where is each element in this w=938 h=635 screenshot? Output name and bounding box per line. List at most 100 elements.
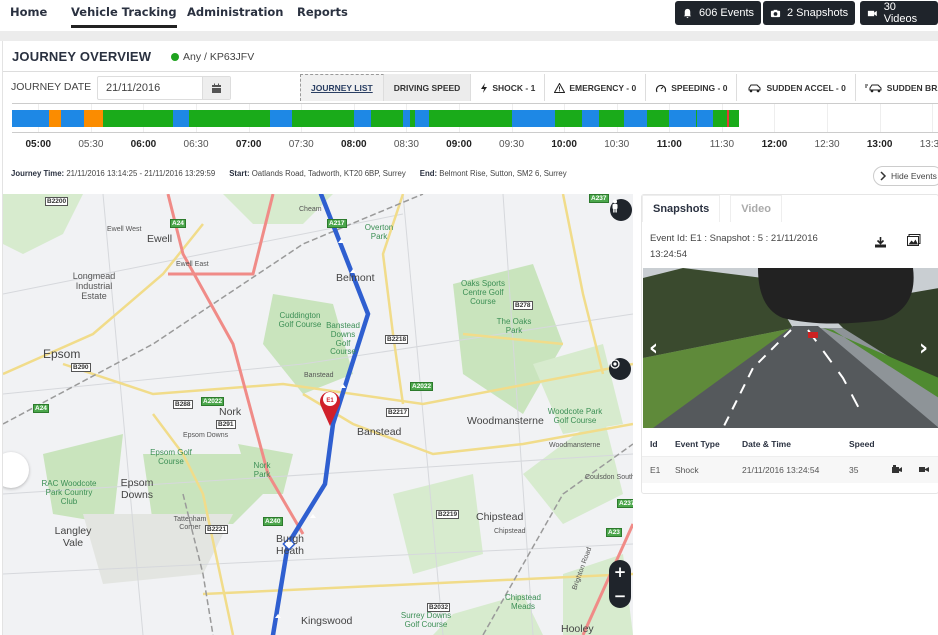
timeline-segment-idle[interactable]: [697, 110, 714, 127]
timeline-gridline: [774, 104, 776, 132]
media-tabs: Snapshots Video: [642, 195, 782, 222]
snapshot-event-info: Event Id: E1 : Snapshot : 5 : 21/11/2016…: [650, 233, 818, 260]
tab-sudden-brake[interactable]: SUDDEN BRAKE - 0: [856, 74, 938, 101]
nav-vehicle-tracking[interactable]: Vehicle Tracking: [71, 5, 177, 28]
timeline-tick-label: 11:30: [709, 139, 735, 150]
map-label: Epsom Downs: [183, 432, 229, 439]
map-label: Cuddington Golf Course: [278, 311, 322, 329]
calendar-button[interactable]: [202, 77, 230, 99]
journey-tabs: JOURNEY LIST DRIVING SPEED SHOCK - 1 EME…: [300, 74, 938, 101]
timeline-segment-driving[interactable]: [599, 110, 624, 127]
nav-reports[interactable]: Reports: [297, 5, 348, 19]
dashcam-photo: [643, 268, 938, 428]
timeline-segment-idle[interactable]: [669, 110, 696, 127]
map-label: Banstead: [357, 426, 402, 438]
timeline-segment-idle[interactable]: [61, 110, 84, 127]
timeline-segment-idle[interactable]: [581, 110, 600, 127]
journey-time-value: 21/11/2016 13:14:25 - 21/11/2016 13:29:5…: [66, 169, 216, 178]
tab-emergency[interactable]: EMERGENCY - 0: [545, 74, 647, 101]
map-label: Banstead: [304, 372, 334, 379]
timeline-tick-label: 09:00: [446, 139, 472, 150]
zoom-in-button[interactable]: +: [614, 563, 627, 581]
view-video-button[interactable]: [919, 465, 929, 475]
journey-timeline[interactable]: [12, 103, 938, 133]
timeline-segment-driving[interactable]: [103, 110, 174, 127]
timeline-segment-driving[interactable]: [292, 110, 354, 127]
timeline-segment-idle[interactable]: [511, 110, 556, 127]
bell-icon: [683, 8, 692, 18]
journey-date-field[interactable]: 21/11/2016: [97, 76, 231, 100]
tab-driving-speed[interactable]: DRIVING SPEED: [383, 74, 472, 101]
tab-emergency-label: EMERGENCY - 0: [569, 82, 637, 93]
map-label: Chipstead Meads: [504, 593, 542, 611]
timeline-segment-idle[interactable]: [415, 110, 430, 127]
journey-end-label: End:: [419, 169, 438, 178]
next-snapshot-button[interactable]: ›: [919, 336, 928, 361]
snapshots-button[interactable]: 2 Snapshots: [763, 1, 856, 25]
column-header-id: Id: [650, 438, 658, 449]
timeline-segment-idle[interactable]: [353, 110, 372, 127]
timeline-segment-driving[interactable]: [713, 110, 728, 127]
column-header-event-type: Event Type: [675, 438, 720, 449]
timeline-tick-label: 06:00: [130, 139, 157, 150]
road-shield: A24: [170, 219, 186, 228]
chevron-right-icon: [880, 171, 887, 181]
event-marker-icon[interactable]: E1: [320, 391, 341, 426]
map-label: Ewell West: [107, 226, 142, 233]
tab-sudden-accel-label: SUDDEN ACCEL - 0: [766, 82, 846, 93]
divider: [3, 71, 938, 72]
tab-sudden-accel[interactable]: SUDDEN ACCEL - 0: [737, 74, 856, 101]
gallery-button[interactable]: [907, 231, 921, 250]
timeline-tick-label: 10:00: [551, 139, 577, 150]
timeline-tick-label: 07:00: [235, 139, 262, 150]
download-button[interactable]: [874, 233, 887, 252]
timeline-segment-idle[interactable]: [623, 110, 647, 127]
tab-snapshots[interactable]: Snapshots: [642, 195, 721, 222]
journey-date-label: JOURNEY DATE: [11, 81, 92, 93]
previous-snapshot-button[interactable]: ‹: [649, 336, 658, 361]
nav-administration[interactable]: Administration: [187, 5, 284, 19]
street-view-button[interactable]: [610, 199, 632, 221]
locate-button[interactable]: [609, 358, 631, 380]
timeline-segment-driving[interactable]: [189, 110, 270, 127]
map-label: Longmead Industrial Estate: [72, 271, 116, 301]
timeline-segment-idle[interactable]: [402, 110, 410, 127]
hide-events-button[interactable]: Hide Events: [873, 166, 938, 186]
tab-speeding[interactable]: SPEEDING - 0: [646, 74, 738, 101]
tab-journey-list-label: JOURNEY LIST: [311, 83, 373, 93]
map-label: Overton Park: [364, 223, 394, 241]
vehicle-selector[interactable]: Any / KP63JFV: [171, 51, 254, 63]
tab-shock-label: SHOCK - 1: [492, 82, 536, 93]
map-label: Tattenham Corner: [173, 516, 207, 531]
snapshots-panel: Snapshots Video Event Id: E1 : Snapshot …: [641, 194, 938, 494]
journey-start-value: Oatlands Road, Tadworth, KT20 6BP, Surre…: [251, 169, 406, 178]
journey-date-input[interactable]: 21/11/2016: [98, 77, 202, 99]
timeline-segment-driving[interactable]: [429, 110, 512, 127]
tab-shock[interactable]: SHOCK - 1: [471, 74, 546, 101]
journey-end: End: Belmont Rise, Sutton, SM2 6, Surrey: [420, 169, 567, 178]
road-shield: A237: [617, 499, 633, 508]
nav-home[interactable]: Home: [10, 5, 47, 19]
timeline-segment-driving[interactable]: [728, 110, 740, 127]
map-label: Woodmansterne: [467, 415, 544, 427]
map[interactable]: E1 Ewell West Ewell Ewell East Longmead …: [3, 194, 633, 635]
road-shield: B290: [71, 363, 91, 372]
timeline-segment-warning[interactable]: [48, 110, 62, 127]
divider: [0, 31, 938, 41]
tab-journey-list[interactable]: JOURNEY LIST: [300, 74, 384, 101]
tab-video[interactable]: Video: [730, 195, 782, 222]
map-label: Banstead Downs Golf Course: [326, 321, 360, 357]
timeline-segment-idle[interactable]: [173, 110, 190, 127]
map-label: Epsom Golf Course: [150, 448, 192, 466]
timeline-segment-driving[interactable]: [371, 110, 403, 127]
events-button[interactable]: 606 Events: [675, 1, 762, 25]
table-row[interactable]: E1 Shock 21/11/2016 13:24:54 35: [642, 457, 938, 483]
timeline-segment-driving[interactable]: [555, 110, 582, 127]
timeline-segment-driving[interactable]: [646, 110, 670, 127]
timeline-segment-idle[interactable]: [269, 110, 293, 127]
view-snapshot-button[interactable]: [892, 465, 902, 475]
videos-button[interactable]: 30 Videos: [860, 1, 938, 25]
timeline-segment-warning[interactable]: [83, 110, 104, 127]
zoom-out-button[interactable]: −: [614, 587, 627, 605]
timeline-segment-idle[interactable]: [12, 110, 49, 127]
